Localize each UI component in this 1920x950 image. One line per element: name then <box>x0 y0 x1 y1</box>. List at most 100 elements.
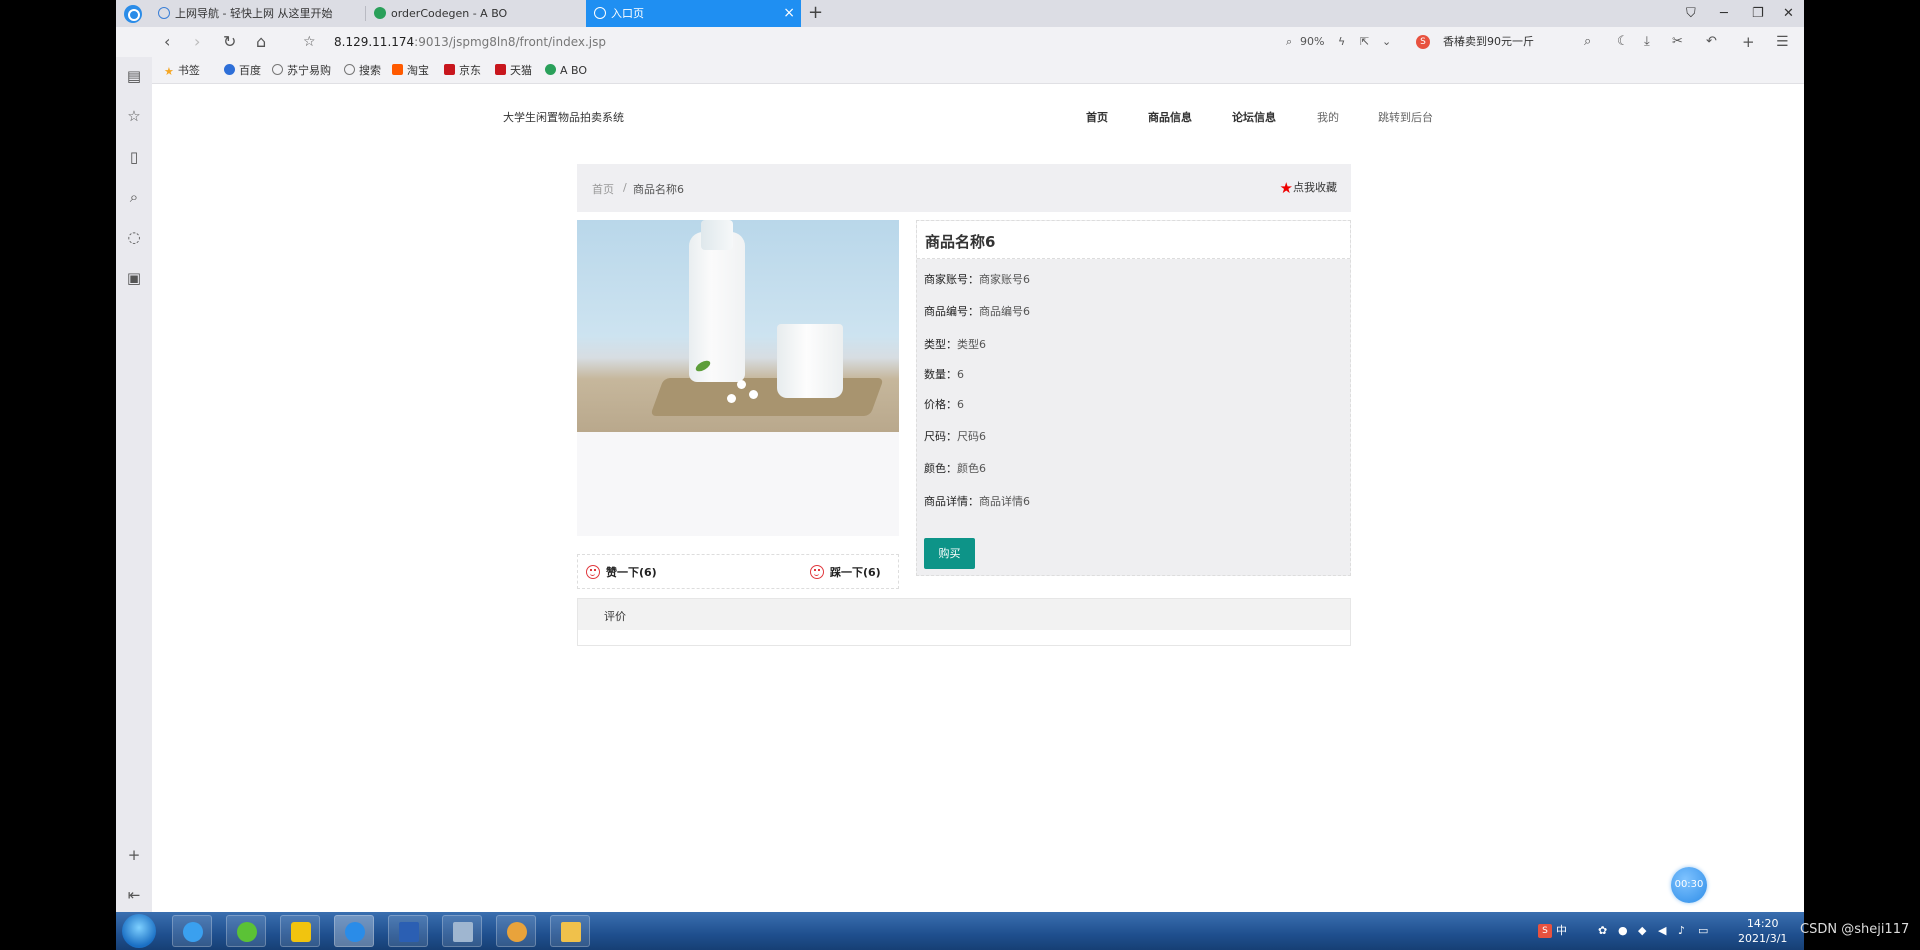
skin-icon[interactable]: ⛉ <box>1686 0 1696 27</box>
favorite-button[interactable]: ★点我收藏 <box>1280 179 1337 197</box>
ime-indicator[interactable]: 中 <box>1556 912 1567 950</box>
volume-icon[interactable]: ♪ <box>1678 912 1685 950</box>
bookmark-item[interactable]: A BO <box>545 57 587 84</box>
tab-codegen[interactable]: orderCodegen - A BO <box>366 0 581 27</box>
tab-bar: 上网导航 - 轻快上网 从这里开始 orderCodegen - A BO 入口… <box>116 0 1804 27</box>
forward-icon[interactable]: › <box>194 27 200 57</box>
review-title[interactable]: 评价 <box>604 608 626 624</box>
nav-admin[interactable]: 跳转到后台 <box>1378 109 1433 125</box>
taskbar-paint[interactable] <box>496 915 536 947</box>
nav-mine[interactable]: 我的 <box>1317 109 1339 125</box>
flash-icon[interactable]: ϟ <box>1338 27 1345 57</box>
download-icon[interactable]: ⤓ <box>1644 27 1650 57</box>
ie-icon <box>183 922 203 942</box>
bookmark-item[interactable]: ★ 书签 <box>164 57 200 84</box>
search-icon[interactable]: ⌕ <box>125 188 143 206</box>
restore-button[interactable]: ❐ <box>1752 0 1764 27</box>
start-button[interactable] <box>122 914 156 948</box>
tray-app-icon[interactable]: ✿ <box>1598 912 1607 950</box>
menu-icon[interactable]: ☰ <box>1776 27 1789 57</box>
field-label: 颜色： <box>924 462 957 475</box>
field-label: 类型： <box>924 338 957 351</box>
tab-nav[interactable]: 上网导航 - 轻快上网 从这里开始 <box>150 0 365 27</box>
bookmark-item[interactable]: 百度 <box>224 57 261 84</box>
player-icon <box>291 922 311 942</box>
bookmark-label: 苏宁易购 <box>287 64 331 77</box>
buy-button[interactable]: 购买 <box>924 538 975 569</box>
ie-icon <box>158 7 170 19</box>
photo-glass <box>777 324 843 398</box>
taskbar-app[interactable] <box>442 915 482 947</box>
taskbar-player[interactable] <box>280 915 320 947</box>
taskbar-browser[interactable] <box>334 915 374 947</box>
field-label: 商家账号： <box>924 273 979 286</box>
add-icon[interactable]: + <box>125 846 143 864</box>
new-tab-button[interactable]: + <box>808 0 823 26</box>
abo-icon <box>374 7 386 19</box>
flag-icon[interactable]: ◀ <box>1658 912 1666 950</box>
taskbar-ie[interactable] <box>172 915 212 947</box>
close-window-button[interactable]: ✕ <box>1783 0 1794 27</box>
bookmark-item[interactable]: 苏宁易购 <box>272 57 331 84</box>
bookmark-item[interactable]: 天猫 <box>495 57 532 84</box>
taskbar-360[interactable] <box>226 915 266 947</box>
nav-home[interactable]: 首页 <box>1086 109 1108 125</box>
search-icon[interactable]: ⌕ <box>1584 27 1591 57</box>
timer-badge[interactable]: 00:30 <box>1671 867 1707 903</box>
field-value: 商品详情6 <box>979 495 1030 508</box>
qq-icon[interactable]: ● <box>1618 912 1628 950</box>
collapse-sidebar-icon[interactable]: ⇤ <box>125 886 143 904</box>
plus-icon[interactable]: + <box>1742 27 1755 57</box>
minimize-button[interactable]: ─ <box>1720 0 1728 27</box>
photo-flower <box>737 380 746 389</box>
star-icon: ★ <box>164 65 174 78</box>
browser-window: 上网导航 - 轻快上网 从这里开始 orderCodegen - A BO 入口… <box>116 0 1804 912</box>
url-field[interactable]: 8.129.11.174:9013/jspmg8ln8/front/index.… <box>334 27 606 57</box>
tab-entry[interactable]: 入口页 × <box>586 0 801 27</box>
favorites-icon[interactable]: ☆ <box>125 107 143 125</box>
taskbar-word[interactable] <box>388 915 428 947</box>
bookmark-label: 百度 <box>239 64 261 77</box>
network-icon[interactable]: ▭ <box>1698 912 1708 950</box>
product-image-panel <box>577 220 899 536</box>
nav-products[interactable]: 商品信息 <box>1148 109 1192 125</box>
scissors-icon[interactable]: ✂ <box>1672 27 1683 57</box>
undo-icon[interactable]: ↶ <box>1706 27 1717 57</box>
close-tab-icon[interactable]: × <box>783 0 795 27</box>
zoom-level[interactable]: 90% <box>1300 27 1324 57</box>
web-page: 大学生闲置物品拍卖系统 首页 商品信息 论坛信息 我的 跳转到后台 首页 / 商… <box>152 84 1804 912</box>
translate-icon[interactable]: ▣ <box>125 269 143 287</box>
sogou-search-icon[interactable]: S <box>1416 35 1430 49</box>
taskbar-explorer[interactable] <box>550 915 590 947</box>
globe-icon <box>272 64 283 75</box>
reader-icon[interactable]: ▯ <box>125 148 143 166</box>
home-icon[interactable]: ⌂ <box>256 27 266 57</box>
field-value: 6 <box>957 398 964 411</box>
browser-logo-icon[interactable] <box>124 5 142 23</box>
tray-security-icon[interactable]: ◆ <box>1638 912 1646 950</box>
breadcrumb-home[interactable]: 首页 <box>592 181 614 197</box>
back-icon[interactable]: ‹ <box>164 27 170 57</box>
night-mode-icon[interactable]: ☾ <box>1617 27 1629 57</box>
tmall-icon <box>495 64 506 75</box>
bookmark-item[interactable]: 京东 <box>444 57 481 84</box>
news-icon[interactable]: ▤ <box>125 67 143 85</box>
reload-icon[interactable]: ↻ <box>223 27 236 57</box>
sogou-ime-icon[interactable]: S <box>1538 924 1552 938</box>
bookmark-item[interactable]: 淘宝 <box>392 57 429 84</box>
bookmarks-bar: ★ 书签 百度 苏宁易购 搜索 淘宝 京东 天猫 A BO <box>116 57 1804 84</box>
photo-bottle <box>689 232 745 382</box>
search-input[interactable]: 香椿卖到90元一斤 <box>1443 27 1534 57</box>
like-button[interactable]: 赞一下(6) <box>586 564 657 580</box>
clock[interactable]: 14:20 2021/3/1 <box>1738 916 1787 946</box>
photo-bottle-neck <box>701 220 733 250</box>
breadcrumb: 首页 / 商品名称6 ★点我收藏 <box>577 164 1351 212</box>
chevron-down-icon[interactable]: ⌄ <box>1382 27 1391 57</box>
share-icon[interactable]: ⇱ <box>1360 27 1369 57</box>
nav-forum[interactable]: 论坛信息 <box>1232 109 1276 125</box>
zoom-icon[interactable]: ⌕ <box>1286 27 1292 57</box>
dislike-button[interactable]: 踩一下(6) <box>810 564 881 580</box>
bookmark-star-icon[interactable]: ☆ <box>303 27 316 57</box>
bookmark-item[interactable]: 搜索 <box>344 57 381 84</box>
chat-icon[interactable]: ◌ <box>125 228 143 246</box>
